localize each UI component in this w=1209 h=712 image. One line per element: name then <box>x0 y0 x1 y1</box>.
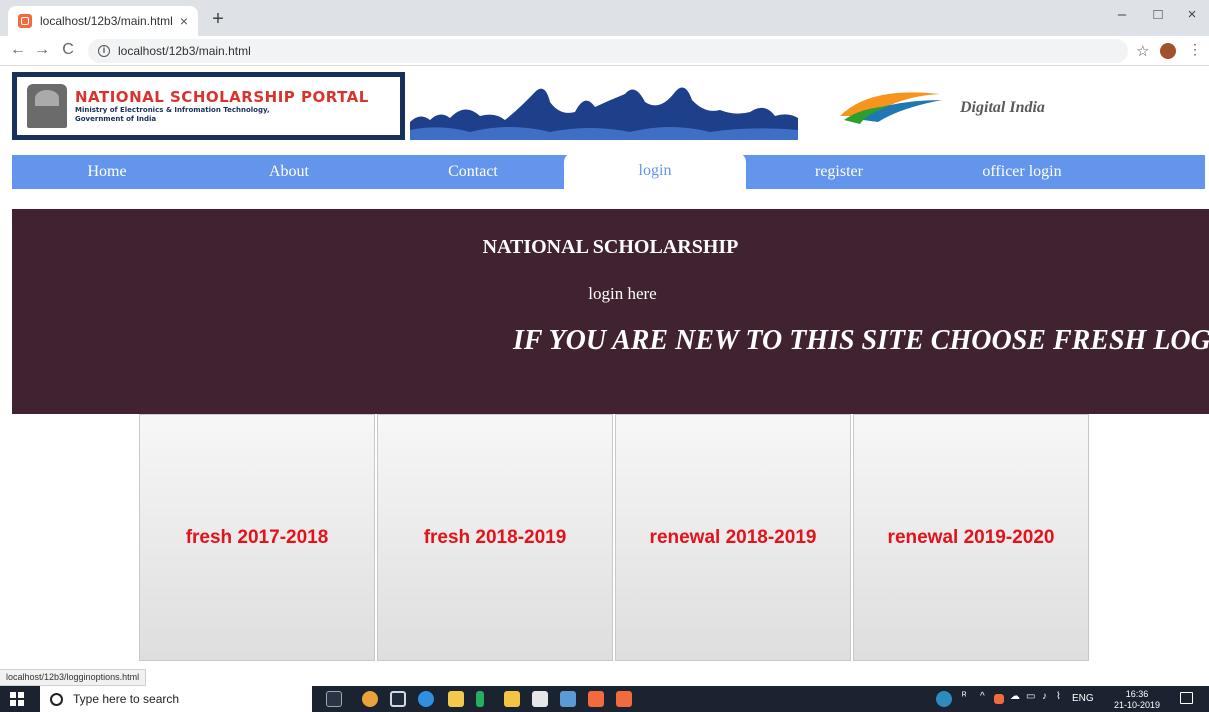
nav-register[interactable]: register <box>744 155 934 189</box>
xampp-icon[interactable] <box>588 691 604 707</box>
tab-title: localhost/12b3/main.html <box>40 14 173 28</box>
maximize-button[interactable]: □ <box>1146 6 1170 23</box>
bookmark-star-icon[interactable]: ☆ <box>1136 42 1149 60</box>
store-icon[interactable] <box>448 691 464 707</box>
clock-time: 16:36 <box>1125 689 1149 699</box>
hero-section: NATIONAL SCHOLARSHIP login here IF YOU A… <box>12 209 1209 414</box>
reload-icon[interactable]: C <box>58 41 78 59</box>
nav-contact[interactable]: Contact <box>378 155 568 189</box>
nav-officer-login[interactable]: officer login <box>927 155 1117 189</box>
hero-subtitle: login here <box>588 284 657 303</box>
xampp-tray-icon[interactable] <box>994 694 1004 704</box>
cortana-icon <box>50 692 63 706</box>
national-emblem-icon <box>27 84 67 128</box>
banner-text: NATIONAL SCHOLARSHIP PORTAL Ministry of … <box>75 88 369 124</box>
notes-icon[interactable] <box>560 691 576 707</box>
xampp-control-icon[interactable] <box>616 691 632 707</box>
back-arrow-icon[interactable]: ← <box>8 41 28 59</box>
help-icon[interactable] <box>936 691 952 707</box>
hero-marquee-text: IF YOU ARE NEW TO THIS SITE CHOOSE FRESH… <box>513 325 1209 356</box>
banner-subtitle-2: Government of India <box>75 115 157 123</box>
option-renewal-2018-2019[interactable]: renewal 2018-2019 <box>615 414 851 661</box>
portal-banner: NATIONAL SCHOLARSHIP PORTAL Ministry of … <box>12 72 405 140</box>
new-tab-button[interactable]: + <box>206 8 230 31</box>
nav-login[interactable]: login <box>564 153 746 189</box>
url-bar[interactable]: i localhost/12b3/main.html <box>88 39 1128 63</box>
close-window-button[interactable]: × <box>1180 6 1204 23</box>
option-fresh-2018-2019[interactable]: fresh 2018-2019 <box>377 414 613 661</box>
profile-avatar[interactable] <box>1160 43 1176 59</box>
chrome-icon[interactable] <box>362 691 378 707</box>
minimize-button[interactable]: – <box>1110 6 1134 23</box>
browser-menu-icon[interactable]: ⋮ <box>1188 41 1202 58</box>
dropbox-icon[interactable] <box>390 691 406 707</box>
task-view-icon[interactable] <box>326 691 342 707</box>
volume-icon[interactable]: ♪ <box>1042 691 1047 702</box>
onedrive-icon[interactable]: ☁ <box>1010 691 1020 702</box>
crowd-skyline-image <box>410 87 798 140</box>
digital-india-logo: Digital India <box>840 92 1045 124</box>
link-status-bar: localhost/12b3/logginoptions.html <box>0 669 147 686</box>
mail-icon[interactable] <box>532 691 548 707</box>
notification-icon[interactable] <box>1180 692 1193 704</box>
forward-arrow-icon[interactable]: → <box>32 41 52 59</box>
banner-subtitle-1: Ministry of Electronics & Infromation Te… <box>75 106 270 114</box>
nav-home[interactable]: Home <box>12 155 202 189</box>
battery-icon[interactable]: ▭ <box>1026 691 1035 702</box>
digital-india-text: Digital India <box>959 99 1045 116</box>
url-text: localhost/12b3/main.html <box>118 44 251 58</box>
language-indicator[interactable]: ENG <box>1072 693 1094 704</box>
hero-title: NATIONAL SCHOLARSHIP <box>482 236 739 258</box>
clock-date: 21-10-2019 <box>1114 700 1161 710</box>
windows-start-icon[interactable] <box>10 692 24 706</box>
people-icon[interactable]: ᴿ <box>962 691 967 702</box>
browser-tab[interactable]: localhost/12b3/main.html × <box>8 6 198 36</box>
xampp-favicon-icon <box>18 14 32 28</box>
banner-title: NATIONAL SCHOLARSHIP PORTAL <box>75 88 369 106</box>
edge-icon[interactable] <box>418 691 434 707</box>
main-nav: Home About Contact login register office… <box>12 153 1205 189</box>
option-fresh-2017-2018[interactable]: fresh 2017-2018 <box>139 414 375 661</box>
option-renewal-2019-2020[interactable]: renewal 2019-2020 <box>853 414 1089 661</box>
info-icon[interactable]: i <box>98 45 110 57</box>
nav-about[interactable]: About <box>194 155 384 189</box>
system-clock[interactable]: 16:36 21-10-2019 <box>1114 689 1160 711</box>
app-icon[interactable] <box>476 691 484 707</box>
wifi-icon[interactable]: ⌇ <box>1056 691 1061 702</box>
taskbar-search-placeholder: Type here to search <box>73 692 180 706</box>
show-hidden-icons-icon[interactable]: ^ <box>980 691 985 702</box>
address-toolbar: ← → C i localhost/12b3/main.html ☆ ⋮ <box>0 36 1209 66</box>
taskbar-search[interactable]: Type here to search <box>40 686 312 712</box>
windows-taskbar: Type here to search ᴿ ^ ☁ ▭ ♪ ⌇ ENG 16:3… <box>0 686 1209 712</box>
browser-tab-bar: localhost/12b3/main.html × + – □ × <box>0 0 1209 36</box>
file-explorer-icon[interactable] <box>504 691 520 707</box>
tab-close-icon[interactable]: × <box>180 13 188 29</box>
